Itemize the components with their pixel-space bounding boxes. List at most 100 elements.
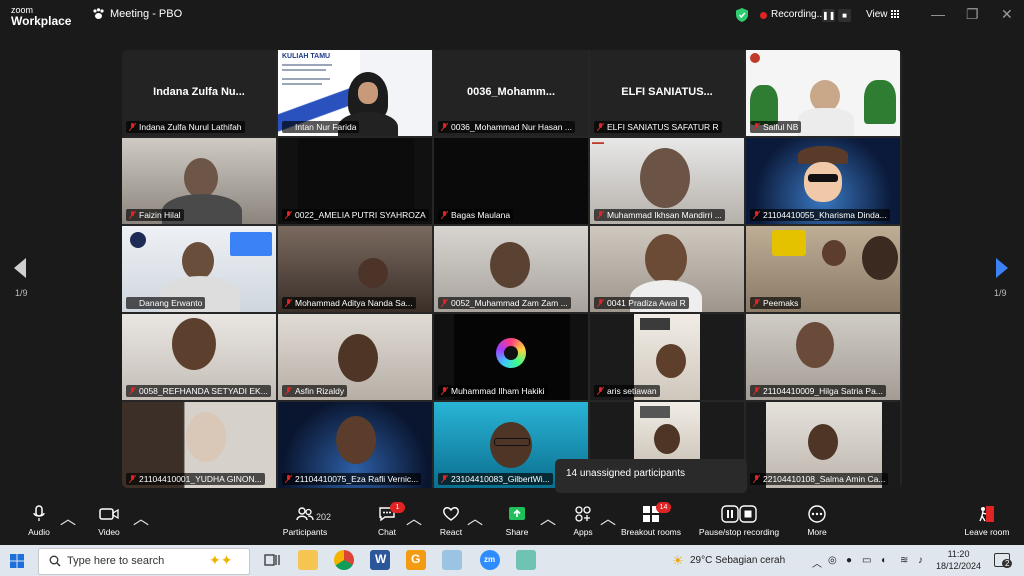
participants-icon — [296, 507, 314, 521]
chrome-icon[interactable] — [334, 550, 354, 570]
muted-mic-icon — [753, 123, 760, 131]
muted-mic-icon — [129, 475, 136, 483]
windows-start-icon[interactable] — [10, 554, 24, 568]
lens-center — [504, 346, 518, 360]
participant-tile[interactable]: 0022_AMELIA PUTRI SYAHROZA — [278, 138, 432, 224]
wifi-icon[interactable]: ≋ — [900, 555, 908, 566]
share-options-caret-icon[interactable]: ︿ — [540, 505, 556, 529]
banner — [230, 232, 272, 256]
share-screen-icon — [509, 507, 525, 520]
participant-tile[interactable]: 22104410108_Salma Amin Ca... — [746, 402, 900, 488]
participant-tile[interactable]: 0041 Pradiza Awal R — [590, 226, 744, 312]
avatar-body — [798, 108, 854, 136]
participant-name: 0041 Pradiza Awal R — [594, 297, 689, 309]
restore-icon[interactable]: ❐ — [966, 6, 979, 23]
battery-icon[interactable]: ▭ — [862, 555, 871, 566]
participant-tile[interactable]: Bagas Maulana — [434, 138, 588, 224]
copilot-icon[interactable]: ◎ — [828, 555, 837, 566]
muted-mic-icon — [597, 211, 604, 219]
muted-mic-icon — [597, 123, 604, 131]
apps-button[interactable]: Apps — [568, 505, 598, 537]
more-button[interactable]: More — [802, 505, 832, 537]
react-options-caret-icon[interactable]: ︿ — [467, 505, 483, 529]
next-page-arrow-icon[interactable] — [996, 258, 1008, 278]
muted-mic-icon — [285, 475, 292, 483]
participant-tile[interactable]: Mohammad Aditya Nanda Sa... — [278, 226, 432, 312]
leave-room-button[interactable]: Leave room — [962, 505, 1012, 537]
slide-fragment: ▬▬ — [592, 140, 604, 146]
weather-icon[interactable]: ☀ — [672, 553, 684, 569]
face — [822, 240, 846, 266]
participant-tile[interactable]: Indana Zulfa Nu... Indana Zulfa Nurul La… — [122, 50, 276, 136]
security-shield-icon[interactable] — [736, 8, 748, 22]
volume-icon[interactable]: ♪ — [918, 555, 923, 566]
participant-tile[interactable]: 0036_Mohamm... 0036_Mohammad Nur Hasan .… — [434, 50, 588, 136]
participant-tile[interactable]: ELFI SANIATUS... ELFI SANIATUS SAFATUR R — [590, 50, 744, 136]
previous-page-arrow-icon[interactable] — [14, 258, 26, 278]
participant-tile[interactable]: 21104410009_Hilga Satria Pa... — [746, 314, 900, 400]
slide-line — [282, 64, 332, 66]
slide-line — [282, 83, 322, 85]
weather-text[interactable]: 29°C Sebagian cerah — [690, 555, 785, 566]
taskbar-clock[interactable]: 11:20 18/12/2024 — [936, 548, 981, 572]
participant-tile[interactable]: Muhammad Ilham Hakiki — [434, 314, 588, 400]
word-icon[interactable]: W — [370, 550, 390, 570]
participant-tile[interactable]: Faizin Hilal — [122, 138, 276, 224]
close-icon[interactable]: ✕ — [1001, 6, 1013, 23]
audio-button[interactable]: Audio — [24, 505, 54, 537]
face — [654, 424, 680, 454]
participant-name: 21104410055_Kharisma Dinda... — [750, 209, 890, 221]
participant-tile[interactable]: Peemaks — [746, 226, 900, 312]
muted-mic-icon — [753, 387, 760, 395]
task-view-icon[interactable] — [262, 550, 282, 570]
chat-button[interactable]: Chat 1 — [372, 502, 405, 537]
participant-name: Asfin Rizaldy — [282, 385, 348, 397]
taskbar-search-input[interactable]: Type here to search ✦✦ — [38, 548, 250, 575]
pause-stop-recording-button[interactable]: Pause/stop recording — [694, 505, 784, 537]
participant-tile[interactable]: ▬▬ Muhammad Ikhsan Mandirri ... — [590, 138, 744, 224]
show-hidden-icons-icon[interactable]: ︿ — [812, 555, 822, 570]
app-icon[interactable] — [442, 550, 462, 570]
participant-tile[interactable]: aris setiawan — [590, 314, 744, 400]
participant-tile[interactable]: Asfin Rizaldy — [278, 314, 432, 400]
participant-tile[interactable]: 21104410075_Eza Rafli Vernic... — [278, 402, 432, 488]
title-bar: zoom Workplace Meeting - PBO Recording..… — [0, 0, 1024, 30]
face — [640, 148, 690, 208]
video-button[interactable]: Video — [94, 505, 124, 537]
participant-tile[interactable]: Saiful NB — [746, 50, 900, 136]
microphone-tray-icon[interactable]: ● — [846, 555, 852, 566]
participant-tile[interactable]: Danang Erwanto — [122, 226, 276, 312]
participant-name: Indana Zulfa Nurul Lathifah — [126, 121, 245, 133]
app-icon[interactable] — [516, 550, 536, 570]
participant-tile[interactable]: 21104410055_Kharisma Dinda... — [746, 138, 900, 224]
pause-recording-button[interactable]: ❚❚ — [822, 9, 835, 22]
participant-tile-active-speaker[interactable]: KULIAH TAMU Intan Nur Farida — [278, 50, 432, 136]
participant-name: Faizin Hilal — [126, 209, 184, 221]
plant-decoration — [864, 80, 896, 124]
face — [338, 334, 378, 382]
minimize-icon[interactable]: — — [931, 6, 945, 22]
chat-options-caret-icon[interactable]: ︿ — [406, 505, 422, 529]
audio-options-caret-icon[interactable]: ︿ — [60, 505, 76, 529]
share-button[interactable]: Share — [502, 505, 532, 537]
participant-tile[interactable]: 0058_REFHANDA SETYADI EK... — [122, 314, 276, 400]
breakout-rooms-button[interactable]: Breakout rooms 14 — [618, 502, 684, 537]
muted-mic-icon — [129, 387, 136, 395]
react-button[interactable]: React — [436, 505, 466, 537]
video-options-caret-icon[interactable]: ︿ — [133, 505, 149, 529]
grid-view-icon[interactable] — [891, 10, 900, 19]
stop-recording-button[interactable]: ■ — [838, 9, 851, 22]
avatar-face — [804, 162, 842, 202]
face — [796, 322, 834, 368]
app-icon[interactable]: G — [406, 550, 426, 570]
participant-tile[interactable]: 21104410001_YUDHA GINON... — [122, 402, 276, 488]
muted-mic-icon — [441, 475, 448, 483]
file-explorer-icon[interactable] — [298, 550, 318, 570]
face — [645, 234, 687, 284]
participant-tile[interactable]: 0052_Muhammad Zam Zam ... — [434, 226, 588, 312]
view-button[interactable]: View — [866, 9, 888, 20]
meeting-toolbar: Audio ︿ Video ︿ Participants 202 Chat 1 … — [0, 502, 1024, 545]
zoom-app-icon[interactable]: zm — [480, 550, 500, 570]
speaker-icon[interactable]: ◖ — [880, 555, 886, 566]
apps-options-caret-icon[interactable]: ︿ — [600, 505, 616, 529]
